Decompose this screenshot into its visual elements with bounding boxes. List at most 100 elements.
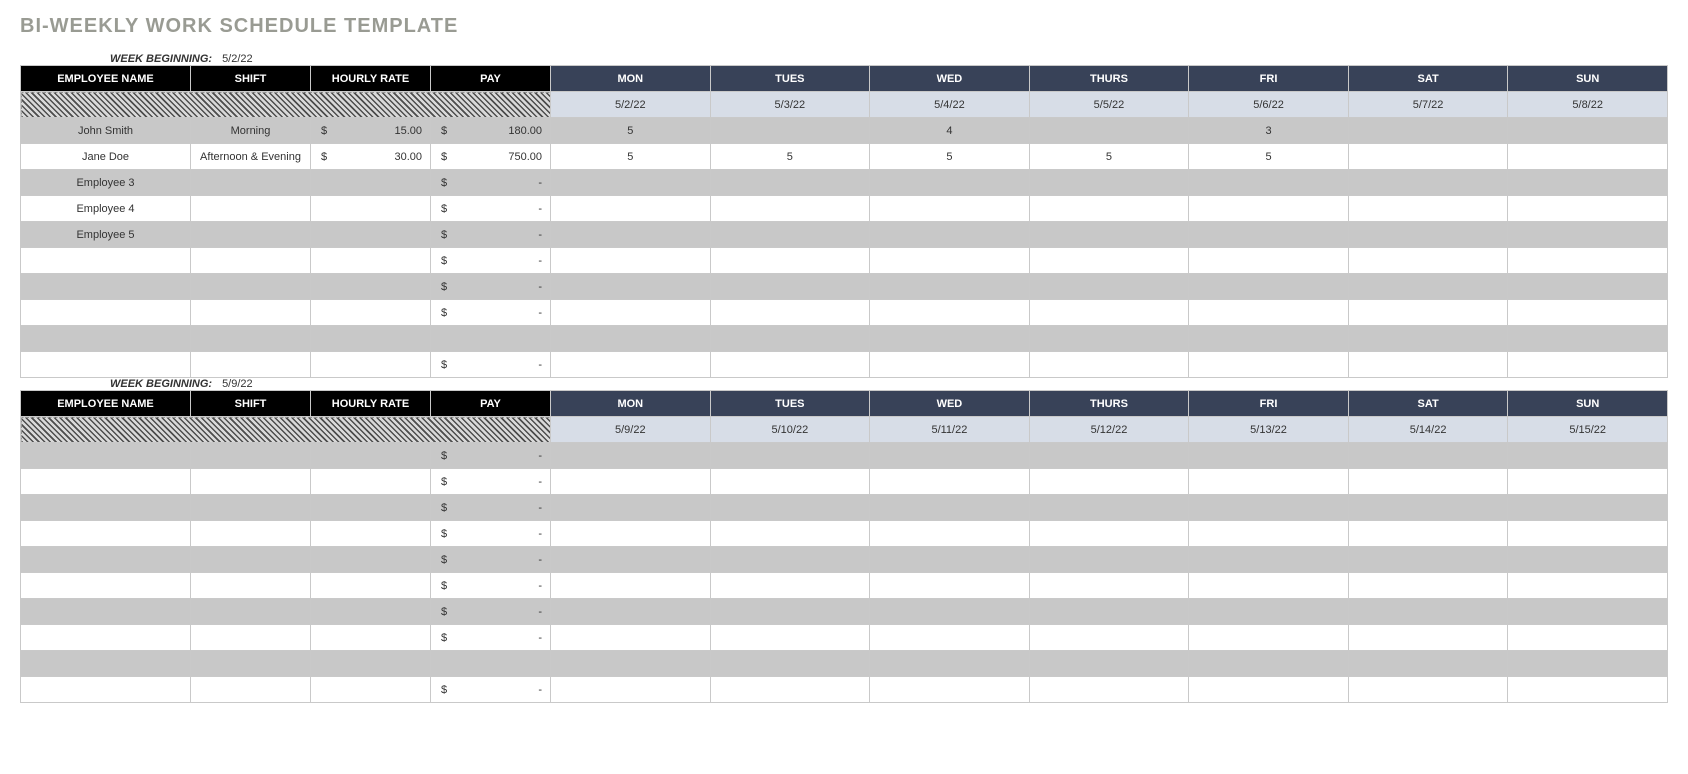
hours-cell[interactable] [1189,326,1349,352]
hours-cell[interactable] [870,521,1030,547]
employee-name-cell[interactable]: Employee 3 [21,170,191,196]
hours-cell[interactable] [1189,625,1349,651]
hourly-rate-cell[interactable] [311,495,431,521]
hours-cell[interactable] [710,170,870,196]
hours-cell[interactable] [1189,443,1349,469]
hours-cell[interactable] [1348,677,1508,703]
shift-cell[interactable] [191,495,311,521]
hours-cell[interactable] [551,196,711,222]
hours-cell[interactable] [1189,170,1349,196]
hours-cell[interactable] [1348,274,1508,300]
hours-cell[interactable] [1029,469,1189,495]
hours-cell[interactable] [1508,521,1668,547]
hourly-rate-cell[interactable] [311,326,431,352]
hours-cell[interactable] [1508,144,1668,170]
employee-name-cell[interactable] [21,547,191,573]
hours-cell[interactable] [1348,547,1508,573]
hours-cell[interactable] [1348,118,1508,144]
hours-cell[interactable] [1029,248,1189,274]
hours-cell[interactable] [1189,222,1349,248]
employee-name-cell[interactable] [21,300,191,326]
hours-cell[interactable] [710,599,870,625]
hourly-rate-cell[interactable] [311,443,431,469]
hours-cell[interactable] [710,352,870,378]
employee-name-cell[interactable] [21,521,191,547]
hours-cell[interactable] [1508,599,1668,625]
hours-cell[interactable] [1508,274,1668,300]
hours-cell[interactable] [1029,326,1189,352]
shift-cell[interactable] [191,443,311,469]
hours-cell[interactable] [1348,196,1508,222]
hours-cell[interactable] [710,443,870,469]
hours-cell[interactable] [1348,521,1508,547]
employee-name-cell[interactable]: Employee 4 [21,196,191,222]
hours-cell[interactable] [1029,274,1189,300]
hours-cell[interactable] [1029,196,1189,222]
hourly-rate-cell[interactable] [311,274,431,300]
shift-cell[interactable] [191,274,311,300]
hours-cell[interactable] [1348,222,1508,248]
hours-cell[interactable] [710,573,870,599]
shift-cell[interactable] [191,300,311,326]
hourly-rate-cell[interactable] [311,300,431,326]
hours-cell[interactable] [551,521,711,547]
hours-cell[interactable] [1029,352,1189,378]
hours-cell[interactable] [1508,547,1668,573]
hours-cell[interactable] [1348,352,1508,378]
employee-name-cell[interactable] [21,326,191,352]
hours-cell[interactable] [870,573,1030,599]
hours-cell[interactable] [1348,573,1508,599]
hours-cell[interactable] [1029,521,1189,547]
hours-cell[interactable] [1189,521,1349,547]
hourly-rate-cell[interactable] [311,352,431,378]
hours-cell[interactable] [870,495,1030,521]
shift-cell[interactable] [191,573,311,599]
hours-cell[interactable] [710,196,870,222]
hours-cell[interactable] [551,495,711,521]
hours-cell[interactable] [1348,326,1508,352]
hours-cell[interactable] [1348,625,1508,651]
hourly-rate-cell[interactable] [311,170,431,196]
hours-cell[interactable] [551,573,711,599]
hours-cell[interactable] [1029,443,1189,469]
employee-name-cell[interactable] [21,274,191,300]
hours-cell[interactable] [870,170,1030,196]
hours-cell[interactable] [1029,170,1189,196]
hours-cell[interactable]: 3 [1189,118,1349,144]
hours-cell[interactable] [1348,443,1508,469]
hours-cell[interactable] [1508,248,1668,274]
employee-name-cell[interactable] [21,443,191,469]
employee-name-cell[interactable] [21,248,191,274]
hours-cell[interactable] [870,352,1030,378]
hours-cell[interactable] [551,326,711,352]
hours-cell[interactable] [1189,547,1349,573]
employee-name-cell[interactable] [21,677,191,703]
hours-cell[interactable] [551,443,711,469]
hours-cell[interactable] [1029,677,1189,703]
hours-cell[interactable] [551,274,711,300]
employee-name-cell[interactable] [21,495,191,521]
hours-cell[interactable] [1508,651,1668,677]
hours-cell[interactable] [870,625,1030,651]
hours-cell[interactable] [1189,274,1349,300]
hours-cell[interactable] [870,222,1030,248]
hours-cell[interactable]: 5 [551,118,711,144]
hours-cell[interactable] [870,469,1030,495]
employee-name-cell[interactable] [21,469,191,495]
shift-cell[interactable] [191,599,311,625]
hours-cell[interactable] [710,495,870,521]
hours-cell[interactable] [1508,677,1668,703]
hourly-rate-cell[interactable] [311,469,431,495]
hours-cell[interactable] [1029,599,1189,625]
hours-cell[interactable] [710,521,870,547]
hours-cell[interactable] [1348,495,1508,521]
hours-cell[interactable] [1348,170,1508,196]
hourly-rate-cell[interactable] [311,547,431,573]
hours-cell[interactable] [1508,625,1668,651]
hours-cell[interactable] [1508,443,1668,469]
hours-cell[interactable] [1348,144,1508,170]
hourly-rate-cell[interactable]: $15.00 [311,118,431,144]
hours-cell[interactable] [1029,495,1189,521]
hours-cell[interactable] [710,222,870,248]
shift-cell[interactable] [191,222,311,248]
